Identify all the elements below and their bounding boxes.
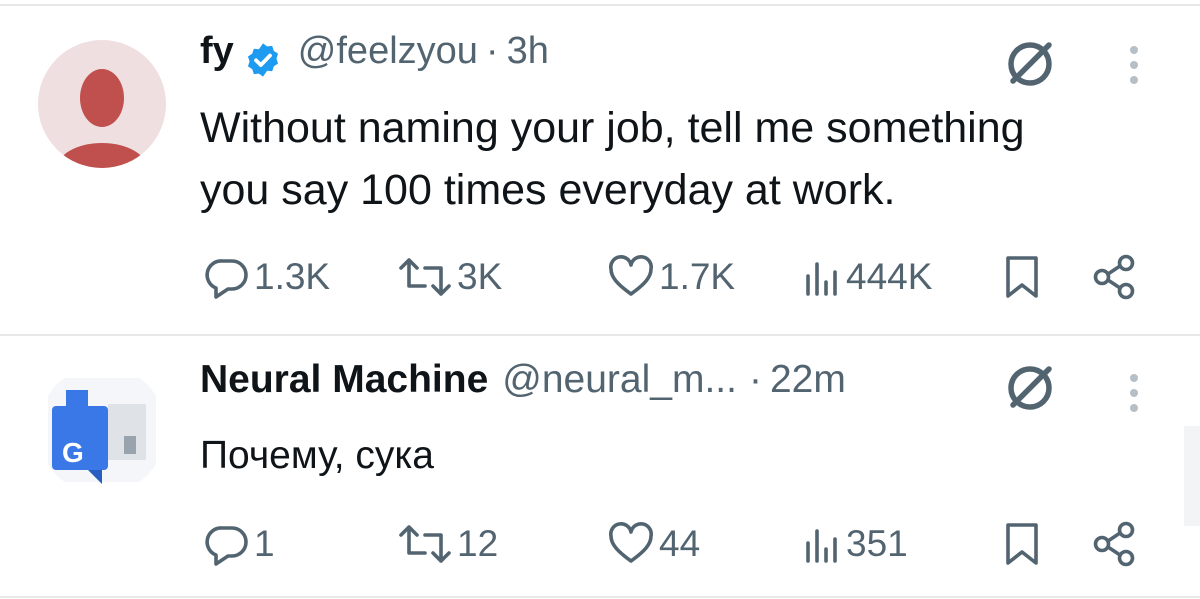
views-count: 351 [846,523,908,564]
tweet-text-line: Without naming your job, tell me somethi… [200,104,1025,152]
share-icon [1093,521,1135,567]
repost-icon [399,258,451,296]
tweet-header: Neural Machine @neural_m... · 22m [200,358,846,418]
bookmark-icon [1006,523,1038,565]
repost-button[interactable]: 12 [395,519,498,569]
share-button[interactable] [1090,252,1140,302]
avatar[interactable]: G [38,366,166,494]
repost-button[interactable]: 3K [395,252,502,302]
tweet-text-line: you say 100 times everyday at work. [200,166,896,214]
repost-count: 3K [457,256,503,297]
views-icon [806,529,837,563]
reply-icon [205,259,248,299]
tweet-header: fy @feelzyou · 3h [200,30,549,90]
default-profile-icon [56,69,148,168]
views-button[interactable]: 351 [800,519,908,569]
like-count: 1.7K [659,256,736,297]
avatar[interactable] [38,40,166,168]
like-button[interactable]: 44 [605,519,700,569]
like-icon [609,522,653,563]
bottom-divider [0,596,1200,598]
google-translate-logo-icon: G [48,378,156,484]
author-handle[interactable]: @neural_m... [502,358,737,402]
views-count: 444K [846,256,933,297]
like-button[interactable]: 1.7K [605,252,735,302]
like-icon [609,255,653,296]
share-icon [1093,254,1135,300]
tweet-actions: 1 12 44 351 [200,519,1150,569]
tweet[interactable]: G Neural Machine @neural_m... · 22m Поче… [0,336,1200,599]
tweet-text: Почему, сука [200,434,434,477]
reply-icon [205,526,248,566]
more-icon[interactable] [1124,42,1144,92]
bookmark-icon [1006,256,1038,298]
verified-badge-icon[interactable] [244,41,282,79]
repost-icon [399,525,451,563]
timestamp[interactable]: 22m [770,358,846,402]
tweet-actions: 1.3K 3K 1.7K 444K [200,252,1150,302]
reply-button[interactable]: 1.3K [200,252,330,302]
views-icon [806,262,837,296]
share-button[interactable] [1090,519,1140,569]
views-button[interactable]: 444K [800,252,932,302]
separator-dot: · [748,358,762,401]
reply-count: 1.3K [254,256,331,297]
reply-button[interactable]: 1 [200,519,275,569]
author-name[interactable]: Neural Machine [200,358,488,402]
svg-text:G: G [62,437,84,468]
author-handle[interactable]: @feelzyou [298,30,478,73]
bookmark-button[interactable] [1000,252,1044,302]
grok-icon[interactable] [1000,34,1060,94]
timestamp[interactable]: 3h [507,30,549,73]
like-count: 44 [659,523,701,564]
repost-count: 12 [457,523,499,564]
tweet[interactable]: fy @feelzyou · 3h Without naming your jo… [0,0,1200,335]
grok-icon[interactable] [1000,358,1060,418]
author-name[interactable]: fy [200,30,234,73]
more-icon[interactable] [1124,370,1144,420]
reply-count: 1 [254,523,275,564]
scroll-edge [1184,426,1200,526]
bookmark-button[interactable] [1000,519,1044,569]
separator-dot: · [485,30,499,72]
